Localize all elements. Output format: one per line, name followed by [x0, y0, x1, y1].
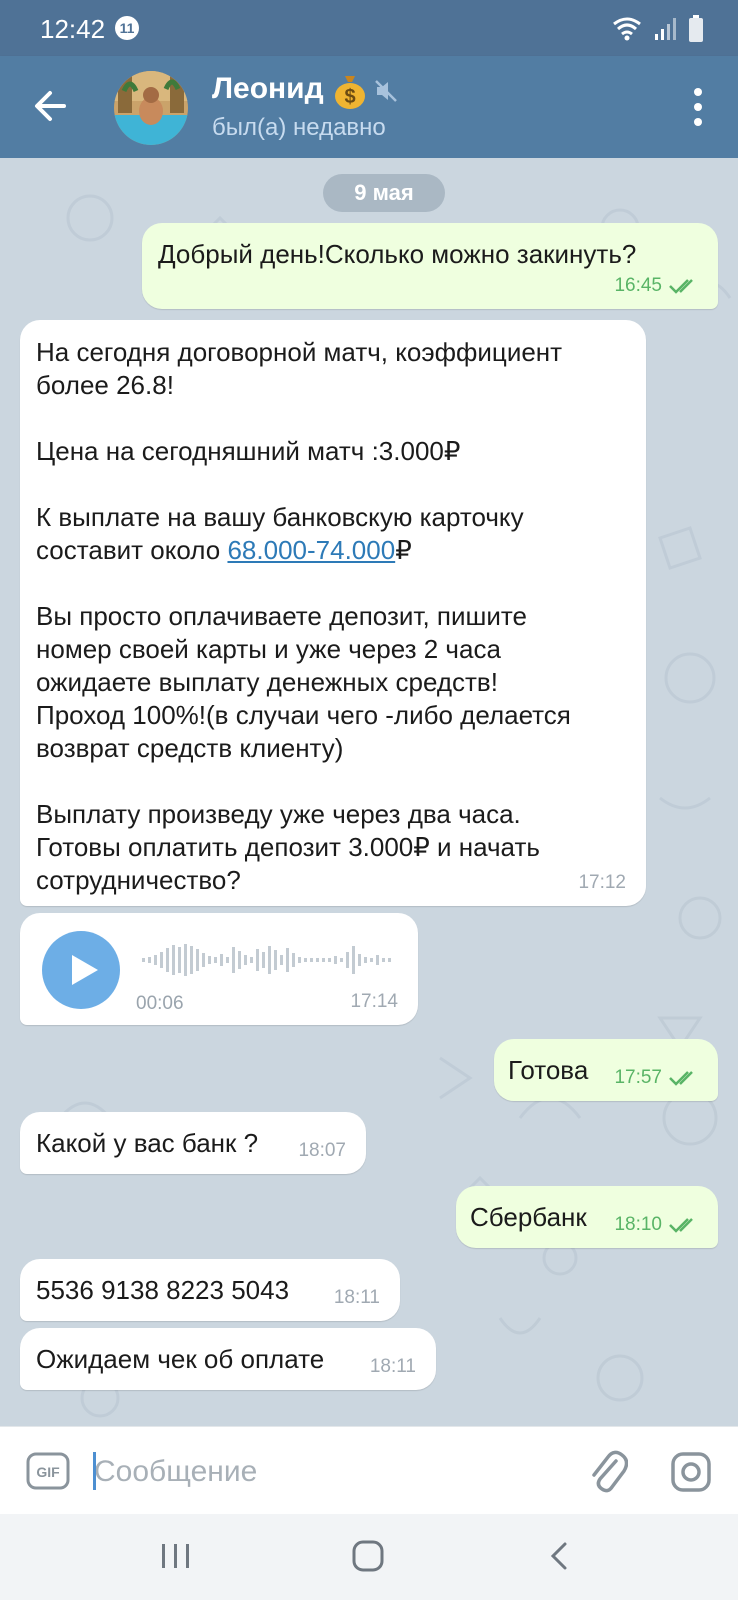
signal-icon — [655, 18, 676, 40]
back-arrow-icon[interactable] — [26, 81, 76, 131]
play-icon — [72, 955, 98, 985]
voice-duration: 00:06 — [136, 993, 184, 1014]
message-text-part2: ₽ Вы просто оплачиваете депозит, пишите … — [36, 535, 571, 895]
status-bar: 12:42 11 — [0, 0, 738, 56]
message-incoming[interactable]: Ожидаем чек об оплате 18:11 — [20, 1328, 436, 1390]
double-check-icon — [669, 278, 693, 294]
voice-message[interactable]: 00:06 17:14 — [20, 913, 418, 1025]
back-nav-icon[interactable] — [540, 1538, 580, 1574]
status-time: 12:42 — [40, 14, 106, 44]
message-time: 18:07 — [298, 1140, 346, 1161]
message-meta: 18:11 — [370, 1350, 416, 1383]
message-text: 5536 9138 8223 5043 — [36, 1275, 290, 1305]
message-text: Ожидаем чек об оплате — [36, 1344, 325, 1374]
contact-status: был(а) недавно — [212, 114, 386, 141]
message-incoming[interactable]: На сегодня договорной матч, коэффициент … — [20, 320, 646, 906]
double-check-icon — [669, 1070, 693, 1086]
message-meta: 17:14 — [350, 985, 398, 1018]
message-outgoing[interactable]: Добрый день!Сколько можно закинуть? 16:4… — [142, 223, 718, 309]
message-time: 18:11 — [333, 1287, 380, 1308]
message-meta: 18:11 — [334, 1281, 380, 1314]
message-incoming[interactable]: Какой у вас банк ? 18:07 — [20, 1112, 366, 1174]
system-navigation-bar — [0, 1514, 738, 1600]
message-meta: 18:10 — [614, 1208, 698, 1241]
message-time: 18:10 — [614, 1214, 662, 1235]
money-bag-icon: $ — [335, 76, 365, 109]
paperclip-icon[interactable] — [586, 1447, 628, 1495]
message-meta: 18:07 — [298, 1134, 346, 1167]
mute-icon — [375, 80, 397, 102]
avatar[interactable] — [114, 71, 188, 145]
svg-text:GIF: GIF — [36, 1464, 60, 1480]
message-text: Какой у вас банк ? — [36, 1128, 259, 1158]
wifi-icon — [613, 17, 641, 41]
more-vertical-icon[interactable] — [688, 86, 708, 128]
camera-icon[interactable] — [670, 1451, 712, 1493]
contact-name[interactable]: Леонид — [212, 72, 324, 106]
message-meta: 16:45 — [614, 269, 698, 302]
chat-area[interactable]: 9 мая Добрый день!Сколько можно закинуть… — [0, 158, 738, 1426]
message-text: Сбербанк — [470, 1202, 587, 1232]
message-time: 17:14 — [350, 991, 398, 1012]
message-text: Добрый день!Сколько можно закинуть? — [158, 239, 637, 269]
message-time: 17:12 — [578, 872, 626, 893]
message-time: 16:45 — [614, 275, 662, 296]
text-cursor — [93, 1452, 96, 1490]
message-outgoing[interactable]: Сбербанк 18:10 — [456, 1186, 718, 1248]
voice-waveform[interactable] — [142, 943, 394, 977]
notification-badge: 11 — [115, 16, 139, 40]
date-separator: 9 мая — [323, 174, 445, 212]
message-text: На сегодня договорной матч, коэффициент … — [36, 336, 571, 897]
message-meta: 17:57 — [614, 1061, 698, 1094]
status-icons — [612, 14, 704, 44]
message-meta: 17:12 — [578, 866, 626, 899]
gif-icon[interactable]: GIF — [26, 1452, 70, 1490]
battery-icon — [689, 15, 703, 42]
double-check-icon — [669, 1217, 693, 1233]
message-time: 17:57 — [614, 1067, 662, 1088]
message-input-bar: GIF — [0, 1426, 738, 1515]
home-icon[interactable] — [348, 1538, 388, 1574]
message-outgoing[interactable]: Готова 17:57 — [494, 1039, 718, 1101]
chat-header: Леонид $ был(а) недавно — [0, 56, 738, 158]
play-button[interactable] — [42, 931, 120, 1009]
message-text-part1: На сегодня договорной матч, коэффициент … — [36, 337, 563, 565]
message-input[interactable] — [92, 1449, 566, 1495]
message-time: 18:11 — [369, 1356, 416, 1377]
svg-text:$: $ — [344, 86, 355, 108]
amount-link[interactable]: 68.000-74.000 — [227, 535, 395, 565]
recent-apps-icon[interactable] — [156, 1538, 196, 1574]
message-incoming[interactable]: 5536 9138 8223 5043 18:11 — [20, 1259, 400, 1321]
message-text: Готова — [508, 1055, 589, 1085]
